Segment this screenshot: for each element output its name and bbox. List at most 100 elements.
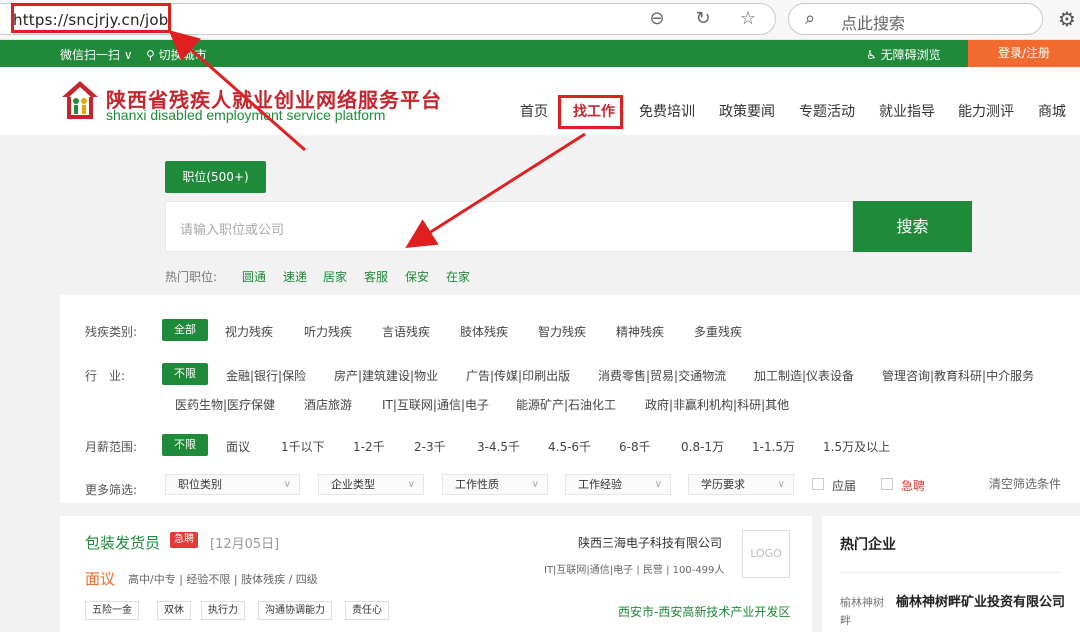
urgent-checkbox-label: 急聘: [901, 479, 926, 493]
accessibility-label: 无障碍浏览: [880, 48, 941, 62]
filter-salary-option[interactable]: 3-4.5千: [477, 438, 520, 455]
location-pin-icon: ⚲: [146, 48, 159, 62]
hot-companies-panel: 热门企业 榆林神树畔 榆林神树畔矿业投资有限公司: [822, 516, 1080, 632]
filter-industry-option[interactable]: 管理咨询|教育科研|中介服务: [882, 367, 1034, 384]
chevron-down-icon: ∨: [531, 479, 539, 490]
filter-industry-option[interactable]: IT|互联网|通信|电子: [382, 396, 489, 413]
company-name[interactable]: 陕西三海电子科技有限公司: [578, 534, 722, 551]
filter-industry-option[interactable]: 消费零售|贸易|交通物流: [598, 367, 726, 384]
refresh-icon[interactable]: ↻: [692, 8, 714, 29]
hot-job-item[interactable]: 圆通: [242, 268, 266, 285]
site-subtitle: shanxi disabled employment service platf…: [106, 107, 386, 123]
filter-disability-option[interactable]: 智力残疾: [538, 323, 586, 340]
divider: [840, 572, 1060, 573]
dropdown-education[interactable]: 学历要求 ∨: [688, 474, 794, 495]
switch-city-label: 切换城市: [158, 48, 207, 62]
browser-search-bar[interactable]: ⌕ 点此搜索: [788, 3, 1043, 35]
filter-salary-option[interactable]: 1千以下: [281, 438, 325, 455]
filter-salary-option[interactable]: 面议: [226, 438, 250, 455]
chevron-down-icon: ∨: [654, 479, 662, 490]
job-title[interactable]: 包装发货员: [85, 532, 160, 553]
star-icon[interactable]: ☆: [737, 8, 759, 29]
tab-positions[interactable]: 职位(500+): [165, 161, 266, 193]
login-register-button[interactable]: 登录/注册: [968, 40, 1080, 67]
nav-free-training[interactable]: 免费培训: [639, 101, 695, 121]
filter-label-disability: 残疾类别:: [85, 325, 138, 339]
filter-disability-option[interactable]: 多重残疾: [694, 323, 742, 340]
filter-industry-option[interactable]: 金融|银行|保险: [226, 367, 306, 384]
graduate-checkbox[interactable]: [812, 478, 824, 490]
nav-mall[interactable]: 商城: [1038, 101, 1066, 121]
accessibility-icon: ♿: [866, 48, 881, 62]
filter-salary-option[interactable]: 2-3千: [414, 438, 446, 455]
urgent-checkbox[interactable]: [881, 478, 893, 490]
filter-salary-option[interactable]: 0.8-1万: [681, 438, 724, 455]
dropdown-work-nature[interactable]: 工作性质 ∨: [442, 474, 548, 495]
filter-industry-option[interactable]: 医药生物|医疗保健: [175, 396, 275, 413]
chevron-down-icon: ∨: [777, 479, 785, 490]
job-location: 西安市-西安高新技术产业开发区: [618, 605, 791, 619]
filter-label-more: 更多筛选:: [85, 483, 138, 497]
dropdown-label: 工作经验: [578, 478, 622, 491]
filter-salary-option[interactable]: 1-1.5万: [752, 438, 795, 455]
filter-industry-option[interactable]: 广告|传媒|印刷出版: [466, 367, 570, 384]
hot-companies-title: 热门企业: [840, 537, 896, 553]
job-tag: 执行力: [201, 601, 245, 620]
job-search-input[interactable]: 请输入职位或公司: [165, 201, 853, 252]
filter-industry-any[interactable]: 不限: [162, 363, 208, 385]
filter-disability-option[interactable]: 听力残疾: [304, 323, 352, 340]
hot-company-name[interactable]: 榆林神树畔矿业投资有限公司: [896, 593, 1066, 613]
site-logo-icon[interactable]: [60, 79, 100, 121]
filter-disability-option[interactable]: 言语残疾: [382, 323, 430, 340]
company-image[interactable]: 榆林神树畔: [840, 594, 884, 632]
job-card[interactable]: 包装发货员 急聘 [12月05日] 面议 高中/中专 | 经验不限 | 肢体残疾…: [60, 516, 812, 632]
search-button[interactable]: 搜索: [853, 201, 972, 252]
filter-industry-option[interactable]: 酒店旅游: [304, 396, 352, 413]
nav-policy-news[interactable]: 政策要闻: [719, 101, 775, 121]
filter-label-industry: 行 业:: [85, 369, 126, 383]
dropdown-label: 工作性质: [455, 478, 499, 491]
filter-disability-option[interactable]: 精神残疾: [616, 323, 664, 340]
hot-job-item[interactable]: 客服: [364, 268, 388, 285]
clear-filters-link[interactable]: 清空筛选条件: [989, 475, 1061, 492]
filter-salary-option[interactable]: 1-2千: [353, 438, 385, 455]
filter-disability-option[interactable]: 视力残疾: [225, 323, 273, 340]
url-annotation-box: [11, 3, 171, 33]
dropdown-job-category[interactable]: 职位类别 ∨: [165, 474, 300, 495]
filter-salary-option[interactable]: 1.5万及以上: [823, 438, 890, 455]
filter-industry-option[interactable]: 加工制造|仪表设备: [754, 367, 854, 384]
hot-job-item[interactable]: 速递: [283, 268, 307, 285]
nav-home[interactable]: 首页: [520, 101, 548, 121]
job-tag: 沟通协调能力: [258, 601, 332, 620]
urgent-badge: 急聘: [170, 532, 198, 548]
dropdown-company-type[interactable]: 企业类型 ∨: [318, 474, 424, 495]
filter-disability-all[interactable]: 全部: [162, 319, 208, 341]
switch-city-link[interactable]: ⚲ 切换城市: [146, 46, 207, 63]
nav-special-events[interactable]: 专题活动: [799, 101, 855, 121]
nav-ability-test[interactable]: 能力测评: [958, 101, 1014, 121]
filter-industry-option[interactable]: 政府|非赢利机构|科研|其他: [645, 396, 789, 413]
dropdown-label: 企业类型: [331, 478, 375, 491]
wechat-scan-link[interactable]: 微信扫一扫 ∨: [60, 46, 133, 63]
zoom-out-icon[interactable]: ⊖: [646, 8, 668, 29]
filter-salary-option[interactable]: 6-8千: [619, 438, 651, 455]
job-requirements: 高中/中专 | 经验不限 | 肢体残疾 / 四级: [128, 573, 318, 586]
company-meta: IT|互联网|通信|电子 | 民营 | 100-499人: [544, 565, 725, 576]
hot-job-item[interactable]: 居家: [323, 268, 347, 285]
job-date: [12月05日]: [210, 537, 280, 552]
job-salary: 面议: [85, 570, 116, 588]
settings-icon[interactable]: ⚙: [1058, 7, 1076, 31]
filter-salary-any[interactable]: 不限: [162, 434, 208, 456]
hot-job-item[interactable]: 在家: [446, 268, 470, 285]
filter-salary-option[interactable]: 4.5-6千: [548, 438, 591, 455]
filter-industry-option[interactable]: 房产|建筑建设|物业: [334, 367, 438, 384]
dropdown-work-experience[interactable]: 工作经验 ∨: [565, 474, 671, 495]
filter-industry-option[interactable]: 能源矿产|石油化工: [516, 396, 616, 413]
nav-career-guidance[interactable]: 就业指导: [879, 101, 935, 121]
hot-job-item[interactable]: 保安: [405, 268, 429, 285]
company-logo[interactable]: LOGO: [742, 530, 790, 578]
filter-disability-option[interactable]: 肢体残疾: [460, 323, 508, 340]
browser-search-placeholder: 点此搜索: [841, 14, 906, 33]
site-topbar: 微信扫一扫 ∨ ⚲ 切换城市 ♿ 无障碍浏览 登录/注册: [0, 40, 1080, 67]
accessibility-link[interactable]: ♿ 无障碍浏览: [866, 46, 941, 63]
